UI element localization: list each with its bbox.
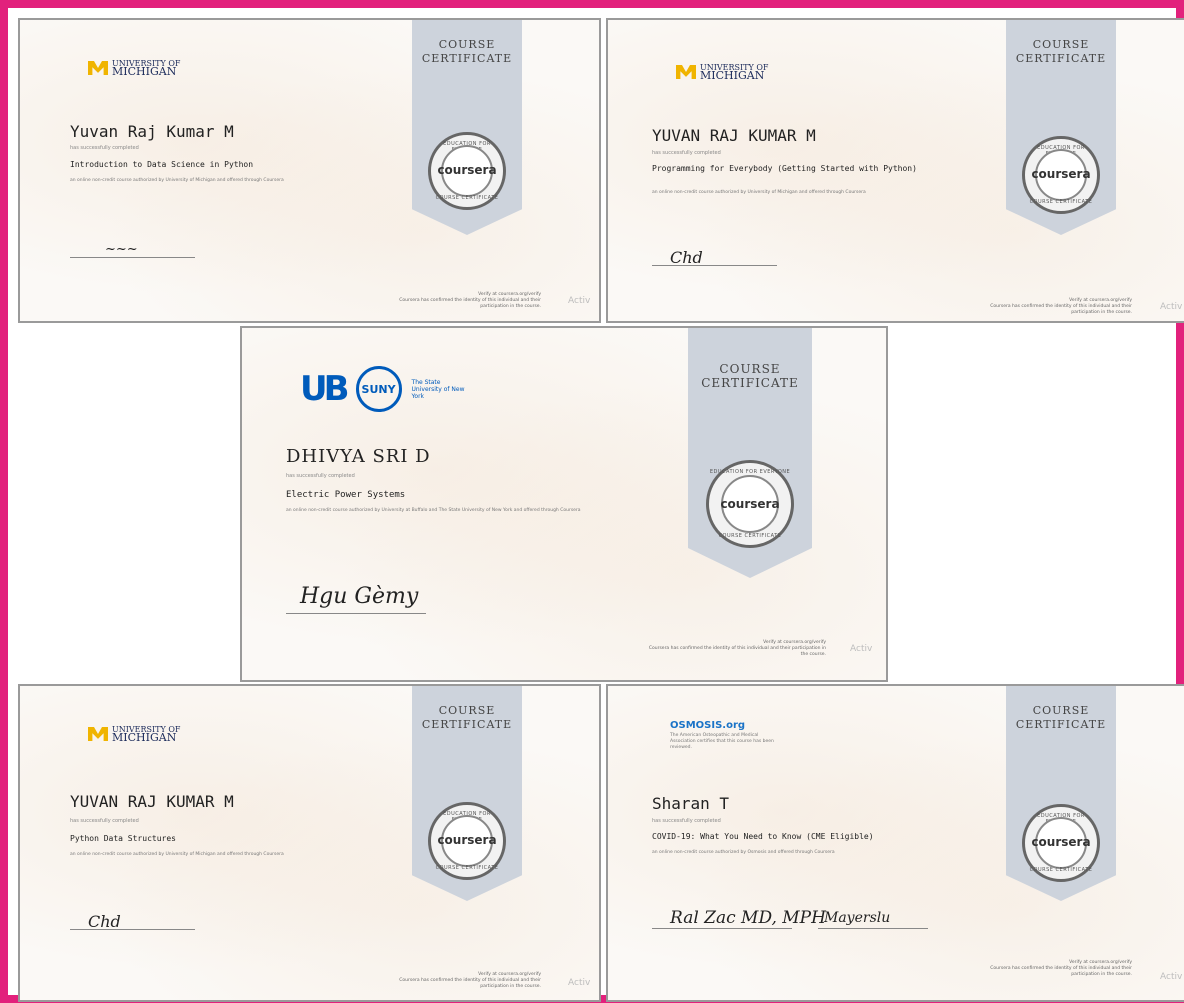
ub-logo-icon: UB <box>300 369 349 409</box>
recipient-name: DHIVYA SRI D <box>286 446 431 467</box>
coursera-seal-icon: EDUCATION FOR EVERYONE coursera COURSE C… <box>428 132 506 210</box>
signature: Ral Zac MD, MPH <box>670 908 826 928</box>
verify-text: Verify at coursera.org/verify Coursera ha… <box>990 298 1132 315</box>
certificate-card: UNIVERSITY OF MICHIGAN Yuvan Raj Kumar M … <box>18 18 601 323</box>
signature: Mayerslu <box>824 910 891 926</box>
course-title: Electric Power Systems <box>286 490 406 500</box>
signature-line <box>652 265 777 266</box>
university-logo: UNIVERSITY OF MICHIGAN <box>88 726 180 743</box>
collage-frame: UNIVERSITY OF MICHIGAN Yuvan Raj Kumar M … <box>0 0 1184 1003</box>
seal-brand: coursera <box>437 833 497 847</box>
signature-line <box>286 613 426 614</box>
course-description: an online non-credit course authorized b… <box>70 852 284 857</box>
seal-brand: coursera <box>720 497 780 511</box>
course-description: an online non-credit course authorized b… <box>70 178 284 183</box>
signature: ~~~ <box>105 242 138 257</box>
block-m-icon <box>88 727 108 741</box>
course-description: an online non-credit course authorized b… <box>286 508 581 513</box>
certificate-card: UNIVERSITY OF MICHIGAN YUVAN RAJ KUMAR M … <box>606 18 1184 323</box>
recipient-name: Yuvan Raj Kumar M <box>70 122 234 141</box>
verify-text: Verify at coursera.org/verify Coursera ha… <box>648 640 826 657</box>
coursera-seal-icon: EDUCATION FOR EVERYONE coursera COURSE C… <box>706 460 794 548</box>
seal-brand: coursera <box>1031 167 1091 181</box>
course-description: an online non-credit course authorized b… <box>652 850 835 855</box>
activation-watermark: Activ <box>850 644 873 654</box>
osmosis-logo-icon: OSMOSIS.org <box>670 720 746 731</box>
course-title: Programming for Everybody (Getting Start… <box>652 164 917 173</box>
coursera-seal-icon: EDUCATION FOR EVERYONE coursera COURSE C… <box>1022 804 1100 882</box>
ribbon-line2: CERTIFICATE <box>421 52 513 65</box>
ribbon-line1: COURSE <box>438 38 496 51</box>
completed-label: has successfully completed <box>70 145 139 151</box>
certificate-card: UB SUNY The State University of New York… <box>240 326 888 682</box>
signature-line <box>70 257 195 258</box>
osmosis-logo: OSMOSIS.org The American Osteopathic and… <box>670 720 790 751</box>
suny-logo-icon: SUNY <box>355 366 402 412</box>
seal-brand: coursera <box>1031 835 1091 849</box>
activation-watermark: Activ <box>1160 302 1183 312</box>
activation-watermark: Activ <box>1160 972 1183 982</box>
logo-line2: MICHIGAN <box>112 65 177 78</box>
completed-label: has successfully completed <box>70 818 139 824</box>
seal-brand: coursera <box>437 163 497 177</box>
course-title: Introduction to Data Science in Python <box>70 160 254 169</box>
recipient-name: YUVAN RAJ KUMAR M <box>652 126 816 145</box>
activation-watermark: Activ <box>568 296 591 306</box>
course-title: COVID-19: What You Need to Know (CME Eli… <box>652 832 874 841</box>
verify-text: Verify at coursera.org/verify Coursera ha… <box>399 292 541 309</box>
completed-label: has successfully completed <box>652 818 721 824</box>
block-m-icon <box>88 61 108 75</box>
university-logo: UB SUNY The State University of New York <box>300 366 472 412</box>
certificate-card: OSMOSIS.org The American Osteopathic and… <box>606 684 1184 1002</box>
course-title: Python Data Structures <box>70 834 176 843</box>
signature: Hgu Gèmy <box>300 584 419 609</box>
coursera-seal-icon: EDUCATION FOR EVERYONE coursera COURSE C… <box>428 802 506 880</box>
coursera-seal-icon: EDUCATION FOR EVERYONE coursera COURSE C… <box>1022 136 1100 214</box>
recipient-name: Sharan T <box>652 794 730 813</box>
course-description: an online non-credit course authorized b… <box>652 190 866 195</box>
university-logo: UNIVERSITY OF MICHIGAN <box>88 60 180 78</box>
activation-watermark: Activ <box>568 978 591 988</box>
verify-text: Verify at coursera.org/verify Coursera ha… <box>399 972 541 989</box>
signature-line <box>70 929 195 930</box>
recipient-name: YUVAN RAJ KUMAR M <box>70 792 234 811</box>
completed-label: has successfully completed <box>652 150 721 156</box>
university-logo: UNIVERSITY OF MICHIGAN <box>676 64 768 81</box>
block-m-icon <box>676 65 696 79</box>
signature-line <box>818 928 928 929</box>
certificate-card: UNIVERSITY OF MICHIGAN YUVAN RAJ KUMAR M … <box>18 684 601 1002</box>
verify-text: Verify at coursera.org/verify Coursera ha… <box>990 960 1132 977</box>
completed-label: has successfully completed <box>286 473 355 479</box>
suny-text: The State University of New York <box>411 378 465 400</box>
signature-line <box>652 928 792 929</box>
